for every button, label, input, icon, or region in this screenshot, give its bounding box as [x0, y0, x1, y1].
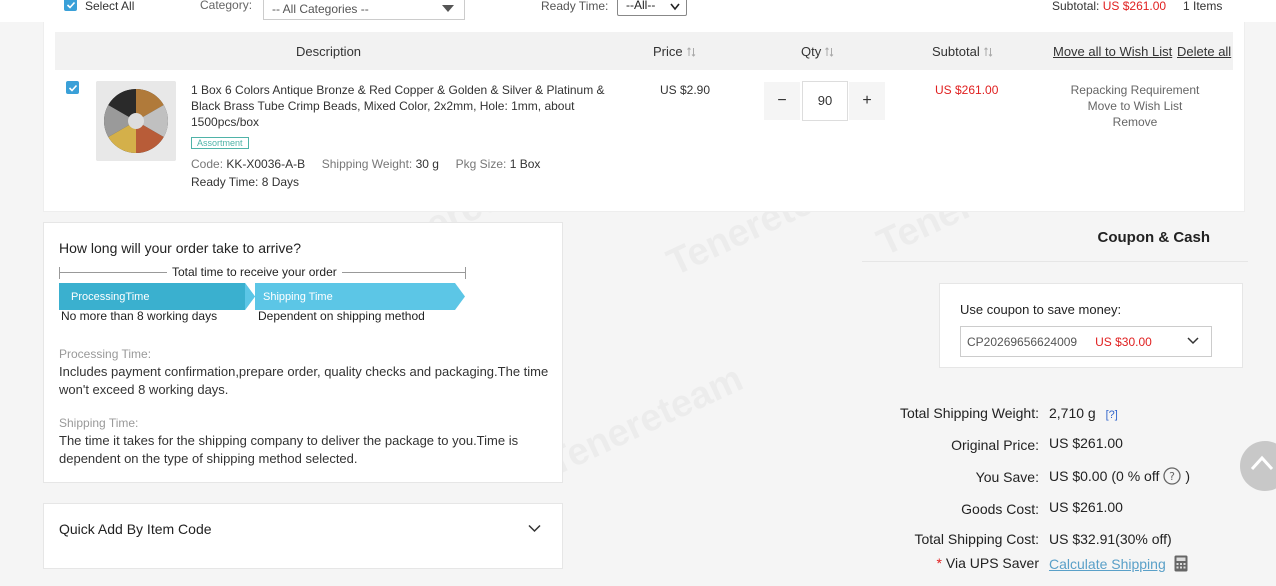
ready-time: Ready Time: 8 Days	[191, 175, 300, 189]
header-price[interactable]: Price	[653, 44, 696, 59]
product-meta: Code: KK-X0036-A-B Shipping Weight: 30 g…	[191, 157, 541, 171]
qty-increase-button[interactable]: +	[849, 82, 885, 120]
processing-arrow-label: ProcessingTime	[71, 291, 150, 303]
move-all-wishlist-link[interactable]: Move all to Wish List	[1053, 44, 1172, 59]
scroll-top-button[interactable]	[1240, 441, 1276, 491]
watermark: Tenereteam	[541, 358, 750, 486]
coupon-code: CP20269656624009	[967, 334, 1078, 349]
original-price-value: US $261.00	[1049, 435, 1123, 451]
chevron-down-icon[interactable]	[528, 524, 541, 533]
top-subtotal-value: US $261.00	[1102, 0, 1167, 13]
sort-icon	[983, 46, 993, 57]
assortment-tag: Assortment	[191, 137, 249, 149]
processing-heading: Processing Time:	[59, 347, 152, 361]
sort-icon	[686, 46, 695, 57]
via-shipping-label: * Via UPS Saver	[936, 555, 1039, 571]
check-icon	[68, 84, 77, 92]
calculator-icon[interactable]	[1174, 555, 1188, 572]
category-value: -- All Categories --	[272, 2, 369, 16]
item-price: US $2.90	[660, 83, 711, 97]
coupon-select[interactable]: CP20269656624009 US $30.00	[960, 326, 1212, 357]
ready-time-select[interactable]: --All--	[617, 0, 687, 16]
item-checkbox[interactable]	[66, 81, 79, 94]
category-select[interactable]: -- All Categories --	[263, 0, 465, 20]
processing-text: Includes payment confirmation,prepare or…	[59, 364, 549, 397]
product-title[interactable]: 1 Box 6 Colors Antique Bronze & Red Copp…	[191, 82, 611, 130]
quick-add-label: Quick Add By Item Code	[59, 521, 212, 537]
bead-box-image	[96, 81, 176, 161]
select-all-checkbox[interactable]	[64, 0, 77, 11]
calculate-shipping-link[interactable]: Calculate Shipping	[1049, 556, 1166, 572]
qty-input[interactable]: 90	[802, 81, 848, 121]
check-icon	[66, 1, 75, 9]
product-thumbnail[interactable]	[96, 81, 176, 161]
arrival-title: How long will your order take to arrive?	[59, 240, 301, 256]
goods-cost-label: Goods Cost:	[961, 501, 1039, 517]
repacking-link[interactable]: Repacking Requirement	[1055, 82, 1215, 98]
processing-sub: No more than 8 working days	[61, 309, 218, 323]
shipping-weight-label: Total Shipping Weight:	[899, 405, 1039, 421]
you-save-value: US $0.00 (0 % off ? )	[1049, 467, 1191, 485]
help-icon[interactable]: ?	[1163, 467, 1182, 485]
ready-time-value: --All--	[626, 0, 656, 12]
header-subtotal[interactable]: Subtotal	[932, 44, 993, 59]
shipping-cost-value: US $32.91(30% off)	[1049, 531, 1172, 547]
chevron-down-icon	[1187, 337, 1199, 345]
move-to-wishlist-link[interactable]: Move to Wish List	[1055, 98, 1215, 114]
coupon-use-label: Use coupon to save money:	[960, 302, 1122, 317]
coupon-title: Coupon & Cash	[1097, 229, 1211, 246]
item-subtotal: US $261.00	[935, 83, 999, 97]
svg-text:?: ?	[1169, 470, 1175, 483]
shipping-sub: Dependent on shipping method	[258, 309, 425, 323]
top-subtotal-label: Subtotal:	[1052, 0, 1100, 13]
caret-down-icon	[442, 5, 454, 12]
divider	[862, 261, 1248, 262]
category-label: Category:	[200, 0, 253, 12]
weight-help-link[interactable]: [?]	[1106, 409, 1118, 421]
shipping-arrow-label: Shipping Time	[263, 291, 333, 303]
ready-time-label: Ready Time:	[541, 0, 609, 13]
chevron-up-icon	[1250, 455, 1274, 471]
delete-all-link[interactable]: Delete all	[1177, 44, 1231, 59]
qty-decrease-button[interactable]: −	[764, 82, 800, 120]
header-description: Description	[296, 44, 362, 59]
total-time-label: Total time to receive your order	[167, 265, 342, 279]
sort-icon	[825, 46, 834, 57]
product-description: 1 Box 6 Colors Antique Bronze & Red Copp…	[191, 82, 611, 190]
calculate-shipping[interactable]: Calculate Shipping	[1049, 555, 1188, 572]
top-subtotal: Subtotal: US $261.00	[1052, 0, 1166, 13]
shipping-heading: Shipping Time:	[59, 416, 139, 430]
header-qty[interactable]: Qty	[801, 44, 834, 59]
you-save-label: You Save:	[975, 469, 1039, 485]
items-count: 1 Items	[1183, 0, 1223, 13]
shipping-cost-label: Total Shipping Cost:	[914, 531, 1039, 547]
chevron-down-icon	[670, 3, 680, 11]
remove-link[interactable]: Remove	[1055, 114, 1215, 130]
shipping-text: The time it takes for the shipping compa…	[59, 433, 519, 466]
coupon-amount: US $30.00	[1095, 334, 1152, 349]
shipping-weight-value: 2,710 g [?]	[1049, 405, 1118, 421]
item-actions: Repacking Requirement Move to Wish List …	[1055, 82, 1215, 130]
original-price-label: Original Price:	[951, 437, 1039, 453]
select-all-label: Select All	[85, 0, 135, 13]
goods-cost-value: US $261.00	[1049, 499, 1123, 515]
